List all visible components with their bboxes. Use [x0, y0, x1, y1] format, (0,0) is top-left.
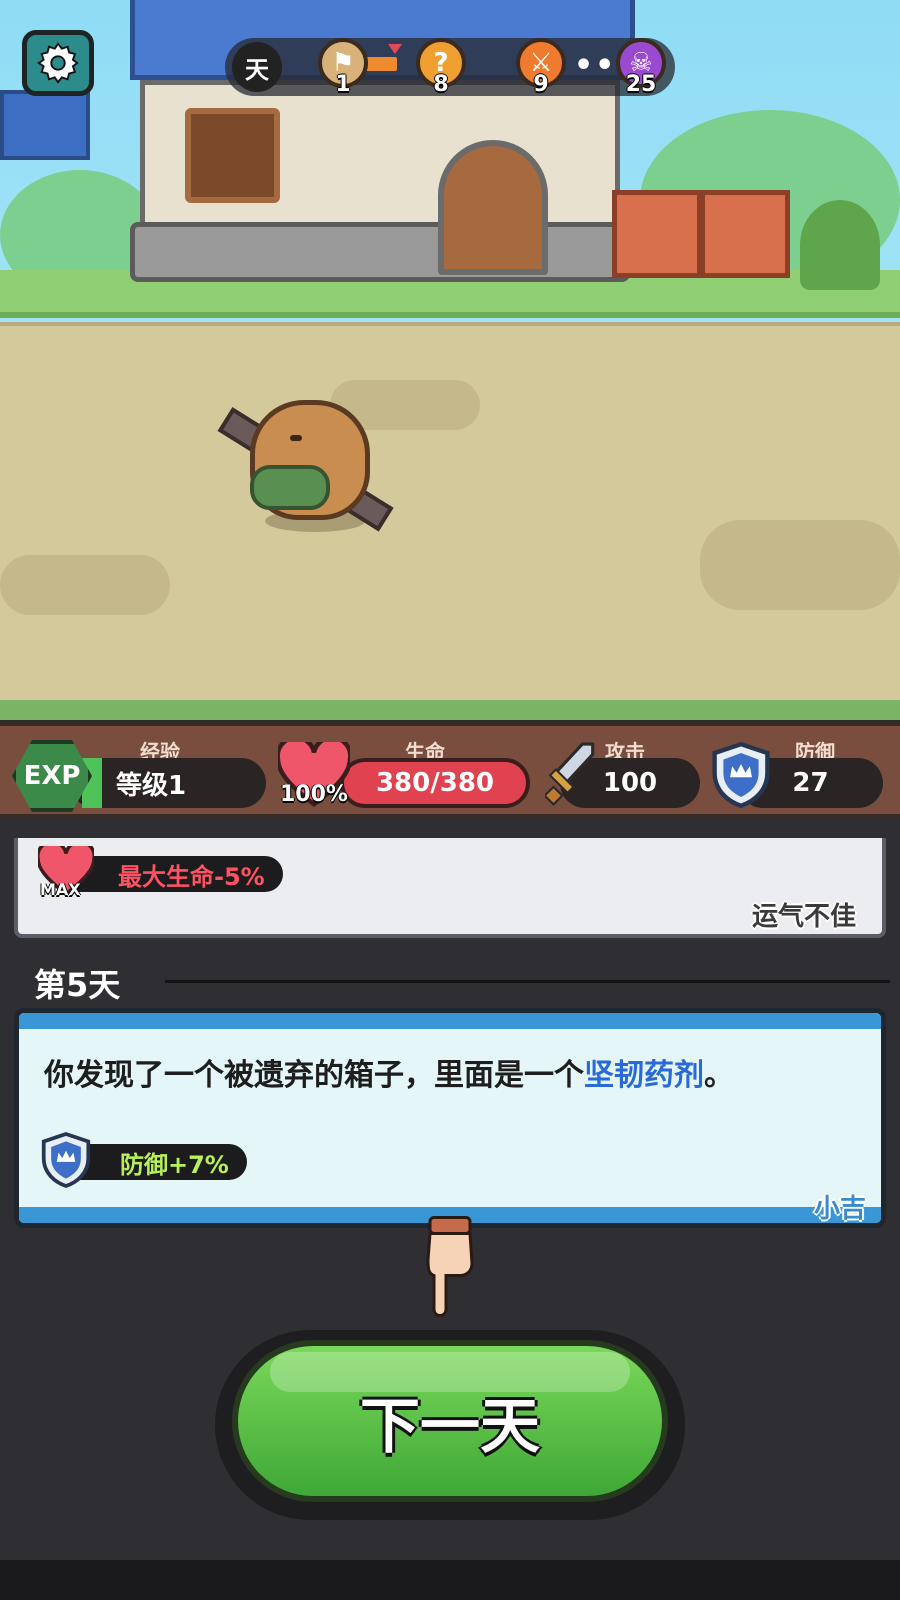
- hp-bar: 380/380: [340, 758, 530, 808]
- shield-icon: [41, 1132, 91, 1188]
- game-screen: 天 ⚑ 1 ? 8 ⚔ 9 ••• ☠ 25 经验 等级1 EXP 生命 380…: [0, 0, 900, 1600]
- sword-icon: [545, 742, 595, 806]
- shield-icon: [712, 742, 770, 808]
- max-badge: MAX: [40, 880, 81, 899]
- pointing-hand-icon: [426, 1216, 474, 1317]
- gear-icon: [37, 42, 79, 84]
- bush: [800, 200, 880, 290]
- market-stall: [0, 90, 90, 160]
- button-shine: [270, 1352, 630, 1392]
- event-text-before: 你发现了一个被遗弃的箱子，里面是一个: [44, 1058, 584, 1093]
- event-description: 你发现了一个被遗弃的箱子，里面是一个坚韧药剂。: [44, 1050, 734, 1094]
- settings-button[interactable]: [22, 30, 94, 96]
- hero-eye: [290, 435, 302, 441]
- card-stripe: [19, 1013, 881, 1029]
- road-shadow: [0, 555, 170, 615]
- current-position-marker: [388, 44, 402, 54]
- mood-label: 运气不佳: [752, 902, 857, 932]
- divider: [165, 980, 890, 983]
- dirt-road: [0, 322, 900, 702]
- footer-strip: [0, 1560, 900, 1600]
- house-window: [185, 108, 280, 203]
- event-text-after: 。: [704, 1058, 734, 1093]
- capybara-hero: [215, 365, 405, 535]
- house-base: [130, 222, 630, 282]
- road-edge: [0, 700, 900, 720]
- day-label: 天: [232, 42, 282, 92]
- hp-percent: 100%: [280, 782, 348, 807]
- event-item-highlight: 坚韧药剂: [584, 1058, 704, 1093]
- mood-label: 小吉: [814, 1194, 867, 1224]
- village-scene: [0, 0, 900, 720]
- crate: [700, 190, 790, 278]
- node-number: 1: [335, 72, 351, 97]
- house-door: [438, 140, 548, 275]
- node-number: 25: [625, 72, 657, 97]
- progress-fill: [365, 57, 397, 71]
- current-event-card: [14, 1008, 886, 1228]
- road-shadow: [700, 520, 900, 610]
- day-title: 第5天: [34, 966, 121, 1004]
- node-number: 9: [533, 72, 549, 97]
- crate: [612, 190, 702, 278]
- hero-scarf: [250, 465, 330, 510]
- node-number: 8: [433, 72, 449, 97]
